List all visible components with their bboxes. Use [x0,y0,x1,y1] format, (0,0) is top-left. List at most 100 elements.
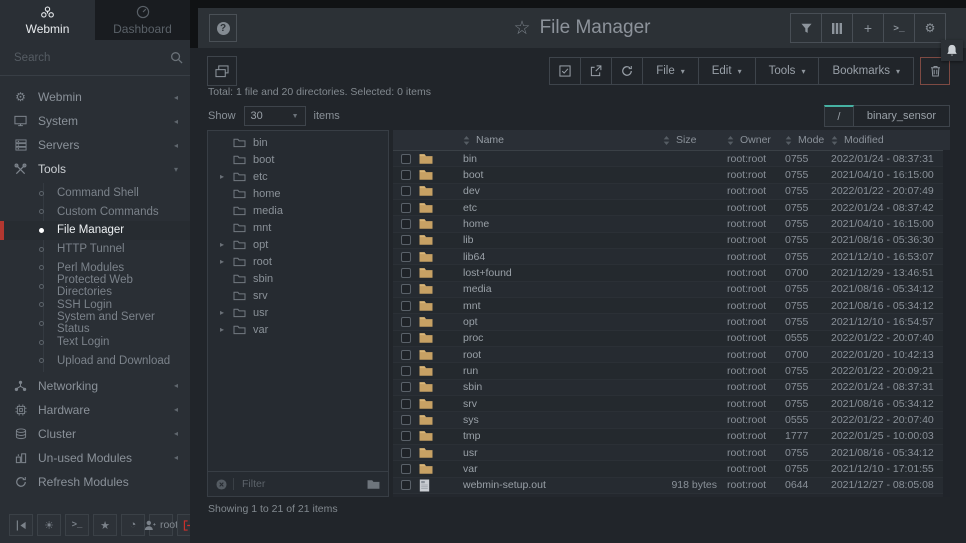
row-checkbox[interactable] [401,235,411,245]
table-row[interactable]: runroot:root07552022/01/22 - 20:09:21 [393,363,950,379]
file-name[interactable]: run [445,365,663,377]
tree-item[interactable]: ▸var [208,321,388,338]
bookmarks-menu-button[interactable]: Bookmarks▾ [818,58,913,84]
sidebar-item-system-and-server-status[interactable]: System and Server Status [0,314,190,333]
row-checkbox[interactable] [401,382,411,392]
row-checkbox[interactable] [401,464,411,474]
row-checkbox[interactable] [401,350,411,360]
tree-item[interactable]: ▸opt [208,236,388,253]
sidebar-item-text-login[interactable]: Text Login [0,333,190,352]
select-all-button[interactable] [550,58,580,84]
table-row[interactable]: rootroot:root07002022/01/20 - 10:42:13 [393,347,950,363]
table-row[interactable]: lost+foundroot:root07002021/12/29 - 13:4… [393,265,950,281]
expand-icon[interactable]: ▸ [218,240,226,249]
table-row[interactable]: mntroot:root07552021/08/16 - 05:34:12 [393,298,950,314]
tree-item[interactable]: bin [208,134,388,151]
refresh-button[interactable] [611,58,642,84]
row-checkbox[interactable] [401,333,411,343]
file-name[interactable]: root [445,349,663,361]
expand-icon[interactable]: ▸ [218,172,226,181]
tree-filter-input[interactable] [240,477,361,491]
share-button[interactable] [580,58,611,84]
tree-item[interactable]: media [208,202,388,219]
expand-icon[interactable]: ▸ [218,308,226,317]
table-row[interactable]: procroot:root05552022/01/22 - 20:07:40 [393,331,950,347]
table-row[interactable]: optroot:root07552021/12/10 - 16:54:57 [393,314,950,330]
sidebar-item-custom-commands[interactable]: Custom Commands [0,203,190,222]
sidebar-item-hardware[interactable]: Hardware◂ [0,398,190,422]
file-name[interactable]: lib [445,234,663,246]
terminal-button[interactable]: >_ [65,514,89,536]
table-row[interactable]: binroot:root07552022/01/24 - 08:37:31 [393,151,950,167]
file-name[interactable]: mnt [445,300,663,312]
table-row[interactable]: lib64root:root07552021/12/10 - 16:53:07 [393,249,950,265]
sidebar-item-system[interactable]: System◂ [0,109,190,133]
file-name[interactable]: var [445,463,663,475]
file-name[interactable]: opt [445,316,663,328]
expand-icon[interactable]: ▸ [218,325,226,334]
table-row[interactable]: webmin-setup.out918 bytesroot:root064420… [393,478,950,494]
tree-item[interactable]: boot [208,151,388,168]
file-name[interactable]: proc [445,332,663,344]
sidebar-item-protected-web-directories[interactable]: Protected Web Directories [0,277,190,296]
edit-menu-button[interactable]: Edit▾ [698,58,755,84]
settings-button[interactable]: ⚙ [914,14,945,42]
tab-dashboard[interactable]: Dashboard [95,0,190,40]
row-checkbox[interactable] [401,268,411,278]
favorite-star-icon[interactable]: ☆ [514,17,531,40]
row-checkbox[interactable] [401,415,411,425]
clear-filter-icon[interactable] [216,479,227,490]
column-header-size[interactable]: Size [663,134,727,146]
row-checkbox[interactable] [401,480,411,490]
table-row[interactable]: bootroot:root07552021/04/10 - 16:15:00 [393,167,950,183]
row-checkbox[interactable] [401,448,411,458]
file-name[interactable]: tmp [445,430,663,442]
row-checkbox[interactable] [401,301,411,311]
favorites-button[interactable]: ★ [93,514,117,536]
tree-item[interactable]: mnt [208,219,388,236]
tree-item[interactable]: ▸usr [208,304,388,321]
file-name[interactable]: dev [445,185,663,197]
file-name[interactable]: lost+found [445,267,663,279]
delete-button[interactable] [920,57,950,85]
sidebar-item-webmin[interactable]: ⚙Webmin◂ [0,85,190,109]
tools-menu-button[interactable]: Tools▾ [755,58,819,84]
sidebar-item-cluster[interactable]: Cluster◂ [0,422,190,446]
table-row[interactable]: etcroot:root07552022/01/24 - 08:37:42 [393,200,950,216]
table-row[interactable]: sbinroot:root07552022/01/24 - 08:37:31 [393,380,950,396]
columns-button[interactable] [821,14,852,42]
table-scrollbar[interactable] [943,150,950,497]
language-button[interactable]: ◔ [121,514,145,536]
table-row[interactable]: libroot:root07552021/08/16 - 05:36:30 [393,233,950,249]
tree-item[interactable]: home [208,185,388,202]
row-checkbox[interactable] [401,431,411,441]
filter-folder-icon[interactable] [367,479,380,490]
file-name[interactable]: usr [445,447,663,459]
table-row[interactable]: tmproot:root17772022/01/25 - 10:00:03 [393,429,950,445]
file-name[interactable]: webmin-setup.out [445,479,663,491]
tree-item[interactable]: sbin [208,270,388,287]
tab-webmin[interactable]: Webmin [0,0,95,40]
column-header-owner[interactable]: Owner [727,134,785,146]
table-row[interactable]: homeroot:root07552021/04/10 - 16:15:00 [393,216,950,232]
filter-button[interactable] [791,14,821,42]
file-name[interactable]: boot [445,169,663,181]
row-checkbox[interactable] [401,317,411,327]
row-checkbox[interactable] [401,366,411,376]
theme-button[interactable]: ☀ [37,514,61,536]
shell-button[interactable]: >_ [883,14,914,42]
root-path-button[interactable]: / [824,105,854,127]
sidebar-item-command-shell[interactable]: Command Shell [0,184,190,203]
table-row[interactable]: devroot:root07552022/01/22 - 20:07:49 [393,184,950,200]
row-checkbox[interactable] [401,170,411,180]
file-name[interactable]: media [445,283,663,295]
file-name[interactable]: bin [445,153,663,165]
expand-icon[interactable]: ▸ [218,257,226,266]
table-row[interactable]: srvroot:root07552021/08/16 - 05:34:12 [393,396,950,412]
file-name[interactable]: srv [445,398,663,410]
file-name[interactable]: sys [445,414,663,426]
tree-item[interactable]: ▸root [208,253,388,270]
sidebar-item-http-tunnel[interactable]: HTTP Tunnel [0,240,190,259]
row-checkbox[interactable] [401,154,411,164]
sidebar-item-upload-and-download[interactable]: Upload and Download [0,351,190,370]
